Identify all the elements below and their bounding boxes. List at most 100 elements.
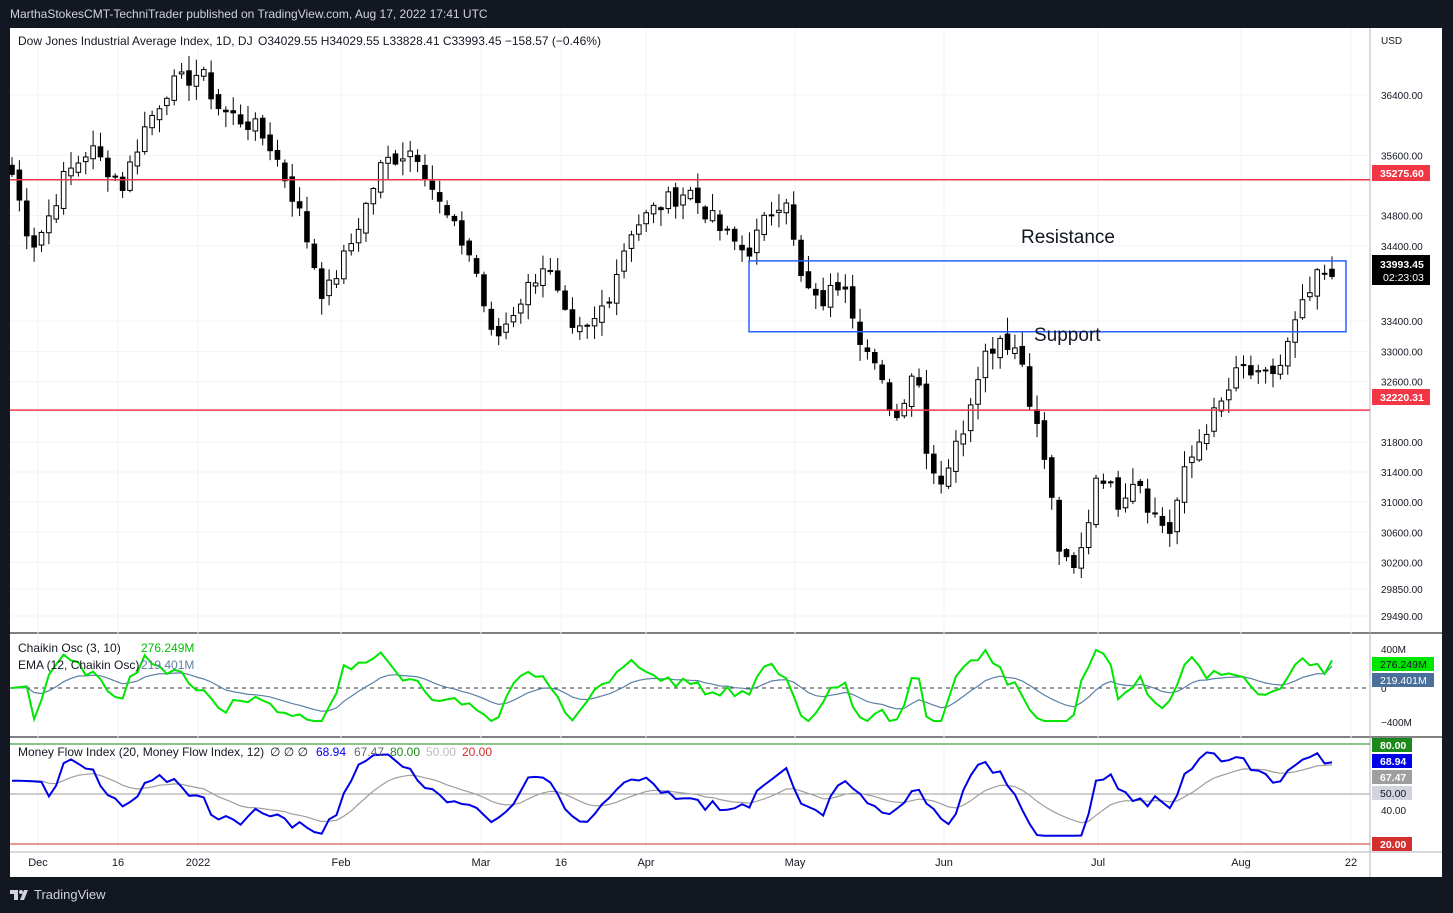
candle[interactable]: [1130, 468, 1136, 505]
candle[interactable]: [9, 157, 15, 178]
candle[interactable]: [525, 273, 532, 320]
candle[interactable]: [643, 209, 649, 232]
candle[interactable]: [776, 194, 782, 228]
candle[interactable]: [481, 271, 487, 313]
candle[interactable]: [923, 369, 930, 470]
candle[interactable]: [754, 218, 760, 265]
candle[interactable]: [466, 238, 473, 262]
candle[interactable]: [304, 196, 310, 249]
candle[interactable]: [1107, 480, 1114, 488]
chaikin-osc-line[interactable]: [11, 648, 1333, 723]
candle[interactable]: [1225, 377, 1232, 413]
candle[interactable]: [1144, 478, 1151, 524]
candle[interactable]: [835, 272, 841, 296]
candle[interactable]: [864, 339, 871, 360]
candle[interactable]: [894, 403, 900, 421]
candle[interactable]: [879, 359, 885, 384]
candle[interactable]: [798, 234, 804, 282]
candle[interactable]: [540, 255, 546, 298]
candle[interactable]: [90, 130, 96, 170]
candle[interactable]: [1100, 473, 1107, 489]
candle[interactable]: [916, 368, 922, 388]
candle[interactable]: [1270, 358, 1276, 388]
candle[interactable]: [739, 235, 745, 262]
candle[interactable]: [938, 460, 944, 494]
candle[interactable]: [1085, 509, 1092, 555]
candle[interactable]: [849, 274, 856, 329]
candle[interactable]: [385, 145, 391, 180]
candle[interactable]: [318, 262, 325, 315]
time-axis-ticks[interactable]: Dec 16 2022 Feb Mar 16 Apr May Jun Jul Aug 22: [28, 857, 1357, 869]
candle[interactable]: [267, 122, 273, 161]
candle[interactable]: [326, 269, 332, 306]
candle[interactable]: [97, 132, 104, 162]
candle[interactable]: [761, 211, 767, 241]
candle[interactable]: [75, 155, 82, 177]
candle[interactable]: [186, 55, 192, 101]
candle[interactable]: [975, 366, 981, 420]
candle[interactable]: [1137, 478, 1144, 494]
candle[interactable]: [156, 105, 163, 133]
candle[interactable]: [606, 297, 613, 309]
candle[interactable]: [370, 186, 377, 215]
candle[interactable]: [1189, 445, 1195, 479]
candle[interactable]: [532, 273, 539, 294]
candle[interactable]: [1307, 276, 1313, 301]
candle[interactable]: [812, 283, 819, 309]
candle[interactable]: [857, 308, 863, 361]
candle[interactable]: [628, 230, 635, 262]
candle[interactable]: [518, 298, 524, 324]
candle[interactable]: [333, 270, 340, 289]
candle[interactable]: [997, 335, 1003, 369]
candle[interactable]: [363, 201, 369, 242]
candle[interactable]: [1063, 548, 1070, 562]
candle[interactable]: [1218, 397, 1225, 417]
candle[interactable]: [960, 420, 967, 457]
candle[interactable]: [599, 289, 605, 336]
candle[interactable]: [672, 182, 679, 219]
candle[interactable]: [200, 66, 207, 81]
candle[interactable]: [613, 259, 620, 316]
candle[interactable]: [1314, 267, 1321, 310]
candle[interactable]: [554, 257, 561, 293]
candle[interactable]: [1071, 552, 1077, 574]
candle[interactable]: [237, 104, 244, 128]
candle[interactable]: [871, 348, 878, 370]
candle[interactable]: [768, 201, 775, 226]
candle[interactable]: [1093, 474, 1099, 528]
candle[interactable]: [901, 399, 908, 419]
candle[interactable]: [171, 69, 178, 106]
candle[interactable]: [1277, 354, 1284, 380]
candle[interactable]: [591, 306, 598, 339]
candle[interactable]: [488, 301, 495, 336]
candle[interactable]: [495, 317, 502, 346]
candle[interactable]: [296, 187, 303, 217]
chaikin-ema-line[interactable]: [11, 665, 1333, 712]
candle[interactable]: [1284, 337, 1291, 375]
candle[interactable]: [1159, 507, 1166, 534]
candle[interactable]: [16, 160, 23, 212]
candle[interactable]: [982, 343, 989, 393]
candle[interactable]: [709, 194, 716, 223]
chart-svg[interactable]: Resistance Support Dow Jones Industrial …: [0, 0, 1453, 913]
candle[interactable]: [436, 180, 443, 214]
candle[interactable]: [1299, 284, 1306, 320]
candle[interactable]: [724, 225, 731, 235]
candle[interactable]: [1056, 496, 1062, 565]
candle[interactable]: [680, 187, 686, 220]
candle[interactable]: [149, 110, 155, 136]
candle[interactable]: [989, 337, 996, 370]
candle[interactable]: [1321, 264, 1328, 280]
candle[interactable]: [687, 186, 694, 201]
candle[interactable]: [282, 159, 288, 188]
candle[interactable]: [348, 233, 355, 256]
candle[interactable]: [717, 210, 723, 241]
candle[interactable]: [746, 232, 753, 263]
candle[interactable]: [392, 149, 399, 166]
candle[interactable]: [429, 165, 436, 200]
candle[interactable]: [60, 162, 67, 215]
candle[interactable]: [1166, 509, 1173, 547]
candle[interactable]: [105, 150, 111, 192]
candle[interactable]: [38, 230, 45, 253]
candle[interactable]: [827, 273, 834, 318]
